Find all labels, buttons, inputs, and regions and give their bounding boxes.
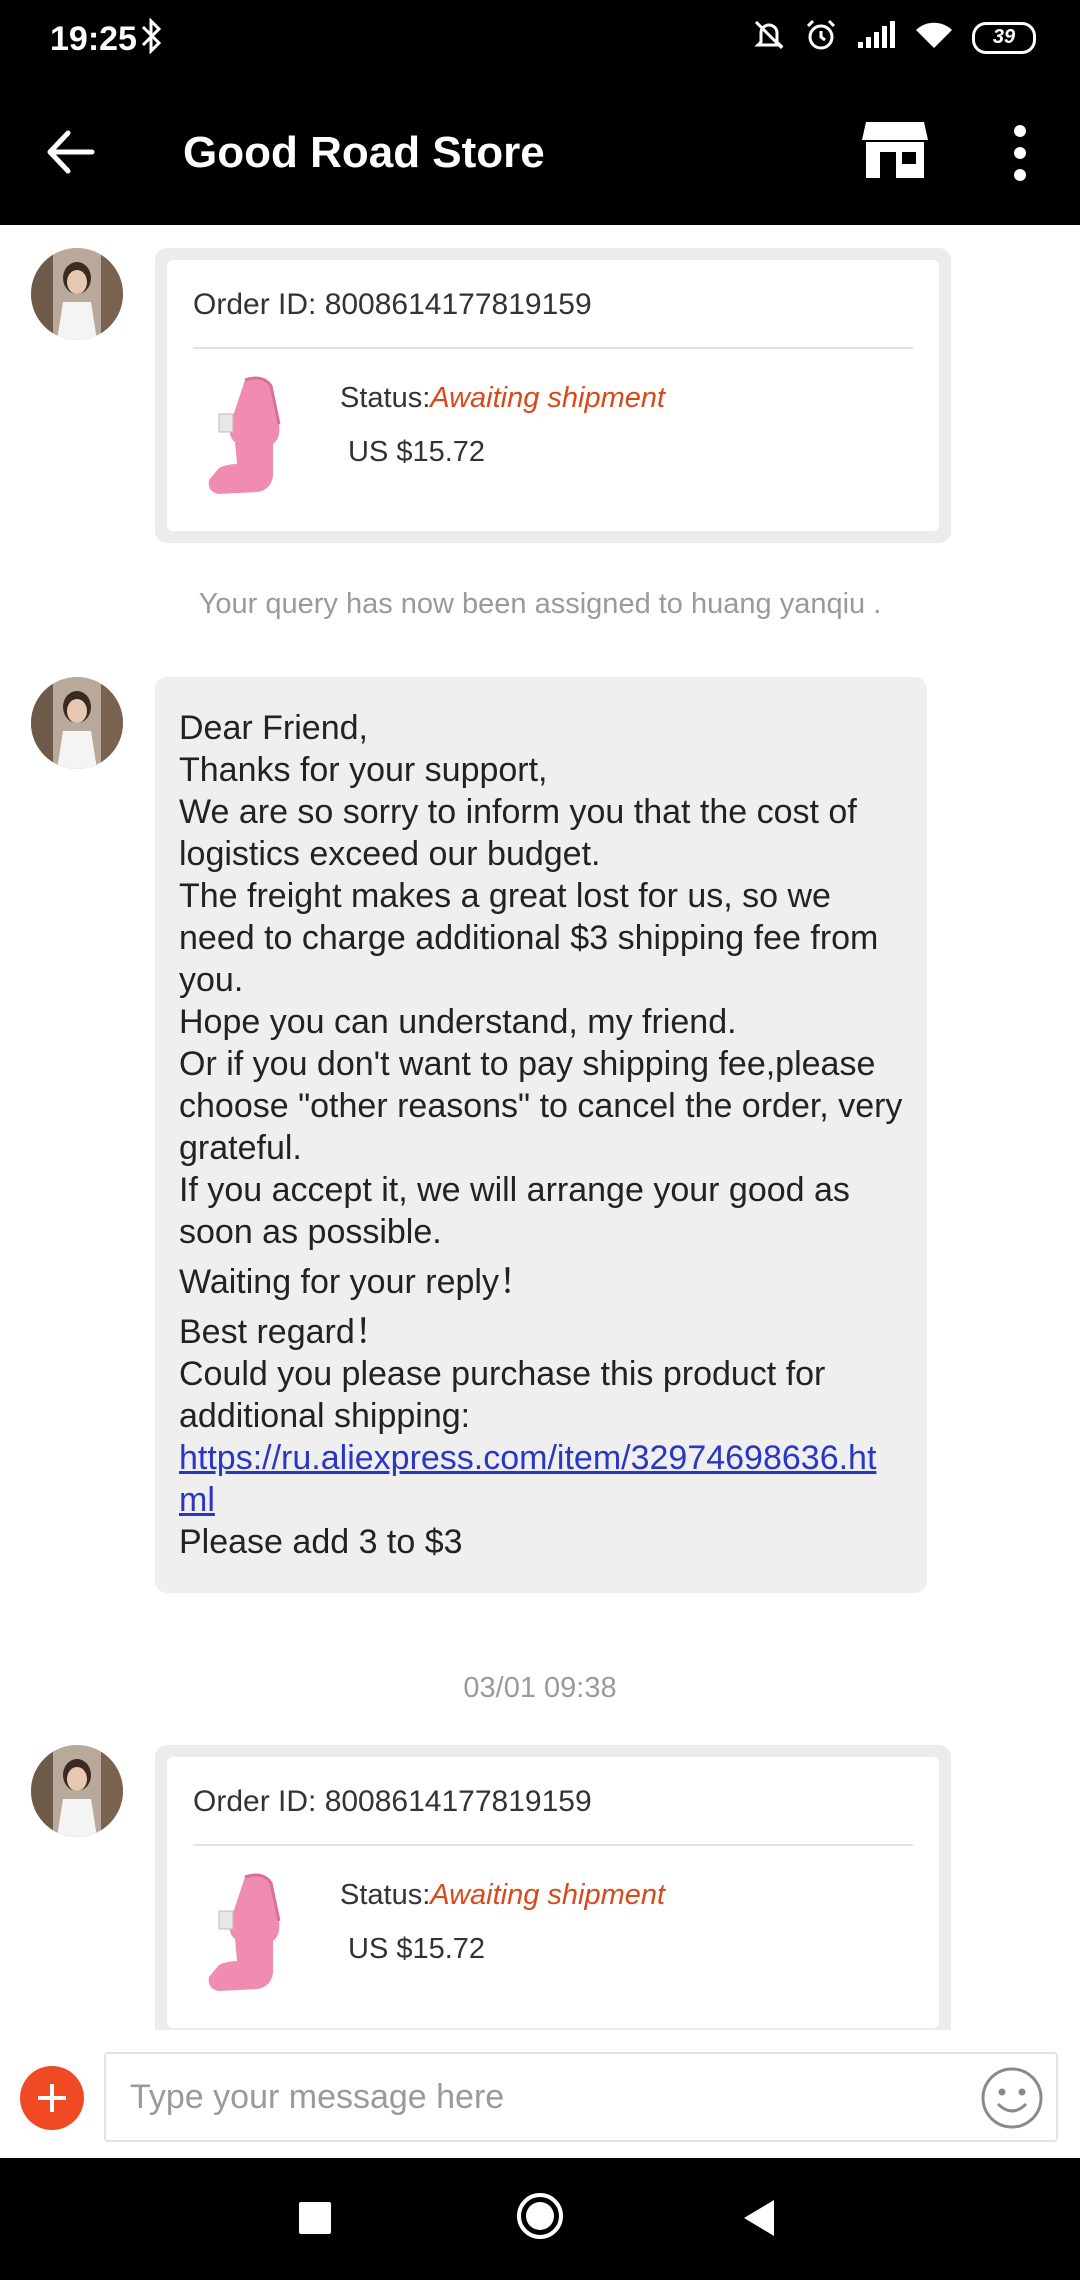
divider — [193, 1844, 913, 1846]
order-status-label: Status: — [340, 382, 431, 414]
message-line: We are so sorry to inform you that the c… — [179, 793, 857, 873]
message-bubble[interactable]: Dear Friend, Thanks for your support, We… — [155, 677, 927, 1593]
more-options-button[interactable] — [1000, 118, 1040, 188]
mute-icon — [752, 18, 786, 57]
system-nav-bar — [0, 2158, 1080, 2280]
order-status-value: Awaiting shipment — [430, 382, 666, 414]
order-status-value: Awaiting shipment — [430, 1879, 666, 1911]
message-input[interactable] — [104, 2052, 1058, 2142]
message-line: Dear Friend, — [179, 709, 368, 747]
product-link[interactable]: https://ru.aliexpress.com/item/329746986… — [179, 1439, 876, 1519]
status-time: 19:25 — [50, 20, 137, 58]
home-button[interactable] — [516, 2192, 564, 2240]
status-bar: 19:25 39 — [0, 0, 1080, 80]
order-status: Status:Awaiting shipment — [340, 382, 665, 415]
order-card[interactable]: Order ID: 8008614177819159 Status:Awaiti… — [155, 1745, 951, 2030]
order-card-content: Order ID: 8008614177819159 Status:Awaiti… — [167, 260, 939, 531]
chat-area[interactable]: Order ID: 8008614177819159 Status:Awaiti… — [0, 225, 1080, 2030]
order-price: US $15.72 — [348, 436, 486, 468]
order-status-label: Status: — [340, 1879, 431, 1911]
avatar[interactable] — [31, 248, 123, 340]
product-thumbnail[interactable] — [197, 372, 307, 502]
message-line: Or if you don't want to pay shipping fee… — [179, 1045, 903, 1167]
order-id: Order ID: 8008614177819159 — [193, 1785, 592, 1818]
add-attachment-button[interactable] — [20, 2066, 84, 2130]
message-line: Please add 3 to $3 — [179, 1523, 463, 1561]
avatar-image — [31, 248, 123, 340]
order-price: US $15.72 — [348, 1933, 486, 1965]
avatar-image — [31, 677, 123, 769]
system-note: Your query has now been assigned to huan… — [198, 588, 882, 620]
home-icon — [517, 2193, 563, 2239]
store-button[interactable] — [860, 118, 930, 182]
message-line: The freight makes a great lost for us, s… — [179, 877, 879, 999]
system-back-button[interactable] — [742, 2198, 776, 2238]
plus-icon — [38, 2084, 66, 2112]
avatar[interactable] — [31, 1745, 123, 1837]
order-card-content: Order ID: 8008614177819159 Status:Awaiti… — [167, 1757, 939, 2028]
recents-button[interactable] — [299, 2202, 331, 2234]
back-arrow-icon — [47, 130, 95, 174]
battery-indicator: 39 — [972, 21, 1036, 54]
bluetooth-icon — [140, 17, 164, 63]
divider — [193, 347, 913, 349]
message-line: Thanks for your support, — [179, 751, 548, 789]
message-timestamp: 03/01 09:38 — [463, 1672, 617, 1704]
product-thumbnail[interactable] — [197, 1869, 307, 1999]
status-icons: 39 — [752, 18, 1036, 57]
order-status: Status:Awaiting shipment — [340, 1879, 665, 1912]
message-line: If you accept it, we will arrange your g… — [179, 1171, 850, 1251]
message-input-bar — [0, 2030, 1080, 2158]
alarm-icon — [804, 18, 838, 57]
store-icon — [862, 122, 928, 178]
emoji-button[interactable] — [980, 2066, 1044, 2130]
message-line: Waiting for your reply！ — [179, 1263, 533, 1301]
signal-icon — [856, 20, 896, 55]
avatar[interactable] — [31, 677, 123, 769]
more-vertical-icon — [1014, 125, 1026, 181]
message-line: Best regard！ — [179, 1313, 389, 1351]
app-header: Good Road Store — [0, 80, 1080, 225]
order-id: Order ID: 8008614177819159 — [193, 288, 592, 321]
page-title: Good Road Store — [183, 128, 545, 177]
order-card[interactable]: Order ID: 8008614177819159 Status:Awaiti… — [155, 248, 951, 543]
message-line: Could you please purchase this product f… — [179, 1355, 826, 1435]
emoji-icon — [981, 2067, 1043, 2129]
back-button[interactable] — [40, 120, 104, 184]
back-triangle-icon — [744, 2200, 774, 2236]
avatar-image — [31, 1745, 123, 1837]
wifi-icon — [914, 20, 954, 55]
message-line: Hope you can understand, my friend. — [179, 1003, 737, 1041]
